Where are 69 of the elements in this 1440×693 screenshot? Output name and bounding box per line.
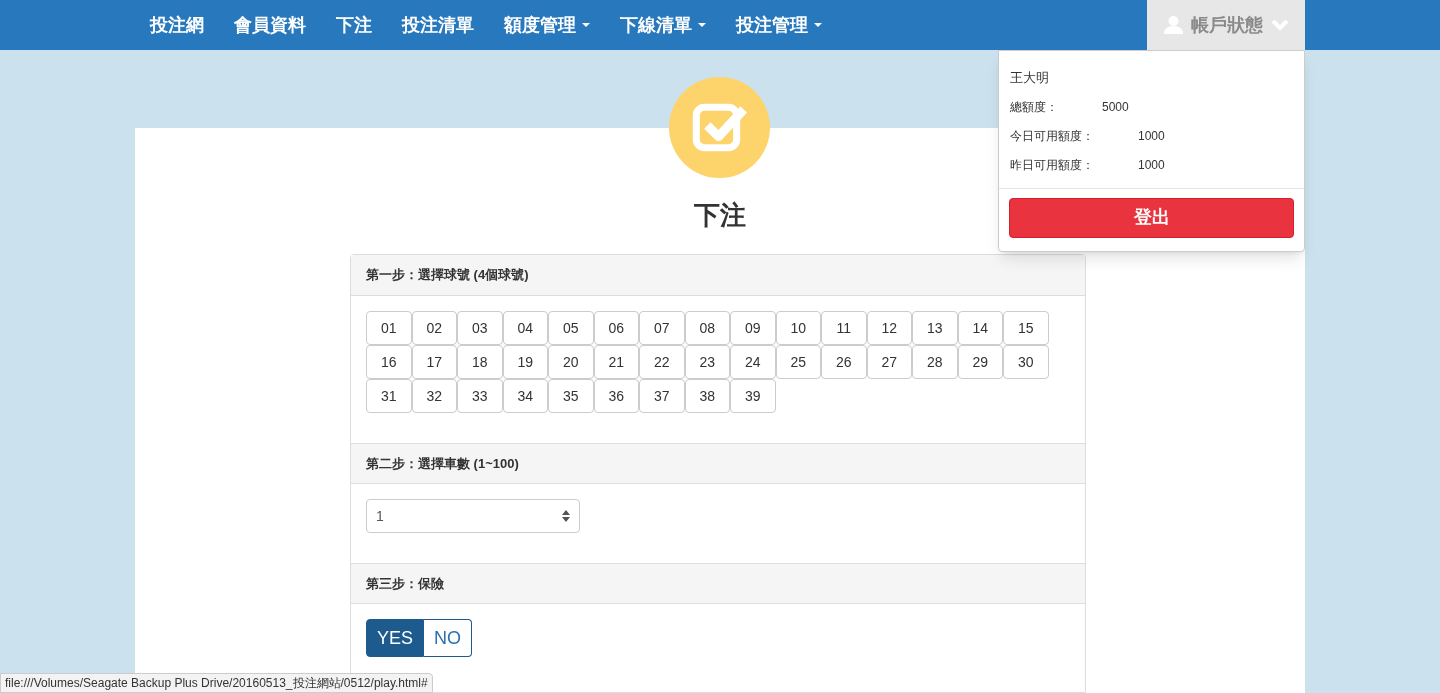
number-button[interactable]: 25 [775, 345, 821, 379]
number-button[interactable]: 27 [866, 345, 912, 379]
step-heading: 第一步：選擇球號 (4個球號) [351, 255, 1085, 296]
nav-link[interactable]: 下線清單 [605, 11, 721, 39]
quota-label: 昨日可用額度： [1010, 156, 1094, 174]
number-button[interactable]: 14 [957, 311, 1003, 345]
number-button[interactable]: 38 [684, 379, 730, 413]
quota-value: 1000 [1138, 156, 1165, 174]
number-button[interactable]: 33 [457, 379, 503, 413]
number-button[interactable]: 04 [502, 311, 548, 345]
number-button[interactable]: 35 [548, 379, 594, 413]
number-button[interactable]: 28 [912, 345, 958, 379]
nav-link[interactable]: 投注清單 [387, 11, 489, 39]
number-button[interactable]: 21 [593, 345, 639, 379]
quota-label: 總額度： [1010, 98, 1058, 116]
nav-link[interactable]: 下注 [321, 11, 387, 39]
number-button[interactable]: 36 [593, 379, 639, 413]
select-value: 1 [376, 506, 385, 526]
number-button[interactable]: 18 [457, 345, 503, 379]
number-button[interactable]: 22 [639, 345, 685, 379]
number-button[interactable]: 01 [366, 311, 412, 345]
toggle-option[interactable]: NO [424, 619, 473, 657]
number-button[interactable]: 23 [684, 345, 730, 379]
number-button[interactable]: 17 [411, 345, 457, 379]
stepper-icon [562, 510, 570, 522]
number-button[interactable]: 39 [730, 379, 776, 413]
caret-icon [582, 23, 590, 27]
caret-icon [698, 23, 706, 27]
step-heading: 第三步：保險 [351, 563, 1085, 604]
number-button[interactable]: 12 [866, 311, 912, 345]
quota-value: 1000 [1138, 127, 1165, 145]
user-icon [1163, 16, 1183, 34]
number-button[interactable]: 20 [548, 345, 594, 379]
number-button[interactable]: 10 [775, 311, 821, 345]
number-button[interactable]: 06 [593, 311, 639, 345]
number-button[interactable]: 31 [366, 379, 412, 413]
quota-value: 5000 [1102, 98, 1129, 116]
number-button[interactable]: 29 [957, 345, 1003, 379]
number-button[interactable]: 37 [639, 379, 685, 413]
user-name: 王大明 [1010, 69, 1050, 87]
chevron-down-icon [1270, 19, 1289, 31]
quota-label: 今日可用額度： [1010, 127, 1094, 145]
number-button[interactable]: 08 [684, 311, 730, 345]
nav-link[interactable]: 投注網 [135, 11, 219, 39]
number-button[interactable]: 11 [821, 311, 867, 345]
number-button[interactable]: 30 [1003, 345, 1049, 379]
toggle-option[interactable]: YES [366, 619, 425, 657]
number-button[interactable]: 02 [411, 311, 457, 345]
nav-link[interactable]: 投注管理 [721, 11, 837, 39]
status-url: file:///Volumes/Seagate Backup Plus Drive/20160513_投注網站/0512/play.html# [0, 673, 433, 693]
step-heading: 第二步：選擇車數 (1~100) [351, 443, 1085, 484]
number-button[interactable]: 26 [821, 345, 867, 379]
number-button[interactable]: 19 [502, 345, 548, 379]
number-button[interactable]: 13 [912, 311, 958, 345]
number-button[interactable]: 34 [502, 379, 548, 413]
number-button[interactable]: 07 [639, 311, 685, 345]
number-button[interactable]: 16 [366, 345, 412, 379]
count-select[interactable]: 1 [366, 499, 580, 533]
logout-button[interactable]: 登出 [1009, 197, 1294, 238]
page-title: 下注 [694, 199, 746, 232]
nav-link[interactable]: 額度管理 [489, 11, 605, 39]
caret-icon [814, 23, 822, 27]
number-button[interactable]: 05 [548, 311, 594, 345]
number-button[interactable]: 32 [411, 379, 457, 413]
number-button[interactable]: 09 [730, 311, 776, 345]
number-button[interactable]: 03 [457, 311, 503, 345]
nav-link[interactable]: 會員資料 [219, 11, 321, 39]
number-button[interactable]: 24 [730, 345, 776, 379]
number-button[interactable]: 15 [1003, 311, 1049, 345]
